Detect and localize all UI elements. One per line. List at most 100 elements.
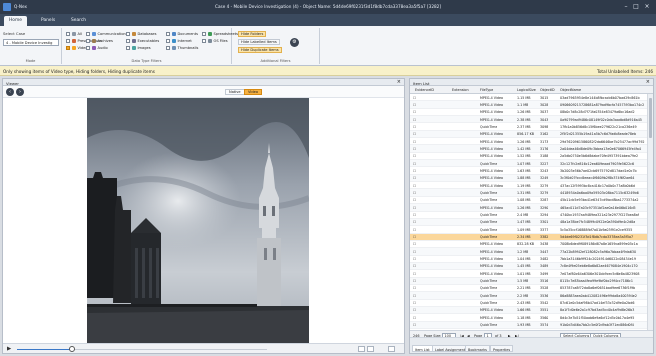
table-row[interactable]: ☐ MPEG-4 Video 1.2 MB 3447 77a22b89f42ef1280… <box>410 248 647 256</box>
hide-folders-button[interactable]: Hide Folders <box>238 31 267 37</box>
table-row[interactable]: ☐ MPEG-4 Video 832.28 KB 3438 7008b6ded9f089… <box>410 241 647 249</box>
table-row[interactable]: ☐ MPEG-4 Video 1.45 MB 3489 7c8e4f9e05eb6e8a… <box>410 262 647 271</box>
play-icon[interactable]: ▶ <box>7 346 11 352</box>
checkbox-icon[interactable] <box>126 39 130 43</box>
checkbox-icon[interactable] <box>166 39 170 43</box>
row-checkbox-icon[interactable]: ☐ <box>413 206 416 210</box>
table-row[interactable]: ☐ QuickTime 1.09 MB 3377 5c5a35ccf16888fbf7a… <box>410 226 647 234</box>
checkbox-icon[interactable] <box>202 39 206 43</box>
table-row[interactable]: ☐ QuickTime 1.5 MB 3516 8115c7e83baa4fea99e9… <box>410 277 647 285</box>
seek-track[interactable] <box>17 348 267 350</box>
row-checkbox-icon[interactable]: ☐ <box>413 169 416 173</box>
row-checkbox-icon[interactable]: ☐ <box>413 301 416 305</box>
checkbox-icon[interactable] <box>86 39 90 43</box>
checkbox-icon[interactable] <box>86 32 90 36</box>
scrollbar-thumb[interactable] <box>649 98 652 138</box>
column-header[interactable]: LogicalSize <box>517 88 536 92</box>
table-row[interactable]: ☐ MPEG-4 Video 1.26 MB 3173 29d7620961586082… <box>410 138 647 146</box>
table-row[interactable]: ☐ QuickTime 2.37 MB 3098 17fb1a0b856d8c15f6b… <box>410 123 647 131</box>
table-row[interactable]: ☐ MPEG-4 Video 1.19 MB 3279 437ac12f5993bc8c… <box>410 182 647 190</box>
type-filter-os-files[interactable]: OS Files <box>202 38 228 44</box>
row-checkbox-icon[interactable]: ☐ <box>413 250 416 254</box>
row-checkbox-icon[interactable]: ☐ <box>413 286 416 290</box>
item-list-close-icon[interactable]: × <box>646 79 650 85</box>
viewer-close-icon[interactable]: × <box>397 79 401 85</box>
row-checkbox-icon[interactable]: ☐ <box>413 264 416 268</box>
row-checkbox-icon[interactable]: ☐ <box>413 228 416 232</box>
table-row[interactable]: ☐ MPEG-4 Video 1.01 MB 3499 7e07af80c64a6306… <box>410 270 647 278</box>
row-checkbox-icon[interactable]: ☐ <box>413 147 416 151</box>
checkbox-icon[interactable] <box>86 46 90 50</box>
table-row[interactable]: ☐ MPEG-4 Video 1.18 MB 3560 8d4c3e7b51f50aab… <box>410 314 647 322</box>
row-checkbox-icon[interactable]: ☐ <box>413 103 416 107</box>
type-filter-databases[interactable]: Databases <box>126 31 157 37</box>
table-row[interactable]: ☐ MPEG-4 Video 1.26 MB 3037 08b0c7d8c28d7f71… <box>410 109 647 117</box>
video-view-button[interactable]: Video <box>244 89 263 95</box>
back-arrow-icon[interactable]: ‹ <box>6 88 14 96</box>
table-row[interactable]: ☐ QuickTime 2.43 MB 3542 87c61e0c5daf98b47ad… <box>410 300 647 307</box>
row-checkbox-icon[interactable]: ☐ <box>413 235 416 239</box>
row-checkbox-icon[interactable]: ☐ <box>413 125 416 129</box>
table-row[interactable]: ☐ MPEG-4 Video 1.88 MB 3249 3c3f0d07fccc8eea… <box>410 174 647 183</box>
type-filter-documents[interactable]: Documents <box>166 31 198 37</box>
forward-arrow-icon[interactable]: › <box>16 88 24 96</box>
checkbox-icon[interactable] <box>66 32 70 36</box>
table-row[interactable]: ☐ QuickTime 1.07 MB 3227 32c127fc2e816c12ea6… <box>410 160 647 168</box>
minimize-icon[interactable]: – <box>622 3 630 11</box>
subtab-label-assignment[interactable]: Label Assignment <box>432 345 469 352</box>
row-checkbox-icon[interactable]: ☐ <box>413 242 416 246</box>
checkbox-icon[interactable] <box>126 46 130 50</box>
row-checkbox-icon[interactable]: ☐ <box>413 213 416 217</box>
row-checkbox-icon[interactable]: ☐ <box>413 279 416 283</box>
close-icon[interactable]: × <box>643 3 651 11</box>
row-checkbox-icon[interactable]: ☐ <box>413 118 416 122</box>
settings-gear-icon[interactable]: ⚙ <box>290 38 299 47</box>
row-checkbox-icon[interactable]: ☐ <box>413 96 416 100</box>
row-checkbox-icon[interactable]: ☐ <box>413 323 416 327</box>
column-header[interactable]: EvidenceID <box>415 88 434 92</box>
subtab-item-list[interactable]: Item List <box>412 345 433 352</box>
table-row[interactable]: ☐ MPEG-4 Video 1.66 MB 3551 8a1f7d0e6e2a1c97… <box>410 306 647 315</box>
checkbox-icon[interactable] <box>166 32 170 36</box>
type-filter-images[interactable]: Images <box>126 45 151 51</box>
table-row[interactable]: ☐ MPEG-4 Video 2.38 MB 3043 0a90799ad9486c08… <box>410 116 647 124</box>
checkbox-icon[interactable] <box>66 39 70 43</box>
type-filter-all[interactable]: All <box>66 31 82 37</box>
table-row[interactable]: ☐ MPEG-4 Video 1.04 MB 3482 7bb1a3146b9f924c… <box>410 256 647 263</box>
table-row[interactable]: ☐ MPEG-4 Video 1.52 MB 3188 2a5db0750e5b6d8d… <box>410 153 647 161</box>
row-checkbox-icon[interactable]: ☐ <box>413 176 416 180</box>
table-row[interactable]: ☐ MPEG-4 Video 1.42 MB 3176 2a04dea46d8de09c… <box>410 145 647 153</box>
table-row[interactable]: ☐ QuickTime 1.31 MB 3279 4418934a0a6aa09a595… <box>410 189 647 197</box>
tab-panels[interactable]: Panels <box>36 16 60 26</box>
row-checkbox-icon[interactable]: ☐ <box>413 198 416 202</box>
column-header[interactable]: ObjectName <box>560 88 581 92</box>
fullscreen-icon[interactable] <box>388 346 395 352</box>
checkbox-icon[interactable] <box>166 46 170 50</box>
row-checkbox-icon[interactable]: ☐ <box>413 316 416 320</box>
checkbox-icon[interactable] <box>202 32 206 36</box>
checkbox-icon[interactable] <box>126 32 130 36</box>
row-checkbox-icon[interactable]: ☐ <box>413 110 416 114</box>
table-row[interactable]: ☐ QuickTime 2.34 MB 3382 5d4de69f0231f3d1f8d… <box>410 233 647 241</box>
column-header[interactable]: FileType <box>480 88 493 92</box>
tab-search[interactable]: Search <box>66 16 91 26</box>
case-select[interactable]: 4 - Mobile Device Investig <box>3 39 59 46</box>
table-row[interactable]: ☐ MPEG-4 Video 1.26 MB 3290 465ac011d7a03c97… <box>410 204 647 212</box>
table-row[interactable]: ☐ QuickTime 2.4 MB 3294 4740bc1937aa9489ea32… <box>410 212 647 219</box>
column-header[interactable]: Extension <box>452 88 469 92</box>
tab-home[interactable]: Home <box>4 16 27 26</box>
table-row[interactable]: ☐ MPEG-4 Video 1.63 MB 3243 3b2003e56b7ae02c… <box>410 167 647 175</box>
type-filter-archives[interactable]: Archives <box>86 38 113 44</box>
table-row[interactable]: ☐ QuickTime 1.08 MB 3287 45b11dc5e93ba41e634… <box>410 197 647 205</box>
table-row[interactable]: ☐ MPEG-4 Video 1.15 MB 3015 03ad7965954e8e14… <box>410 94 647 102</box>
table-row[interactable]: ☐ QuickTime 2.2 MB 3536 86a8883aea0ab4120824… <box>410 292 647 300</box>
hide-duplicates-button[interactable]: Hide Duplicate Items <box>238 47 282 53</box>
row-checkbox-icon[interactable]: ☐ <box>413 140 416 144</box>
subtab-properties[interactable]: Properties <box>490 345 514 352</box>
vertical-scrollbar[interactable] <box>647 94 653 330</box>
checkbox-icon[interactable] <box>66 46 70 50</box>
row-checkbox-icon[interactable]: ☐ <box>413 220 416 224</box>
type-filter-executables[interactable]: Executables <box>126 38 159 44</box>
type-filter-internet[interactable]: Internet <box>166 38 192 44</box>
zoom-out-icon[interactable] <box>358 346 365 352</box>
